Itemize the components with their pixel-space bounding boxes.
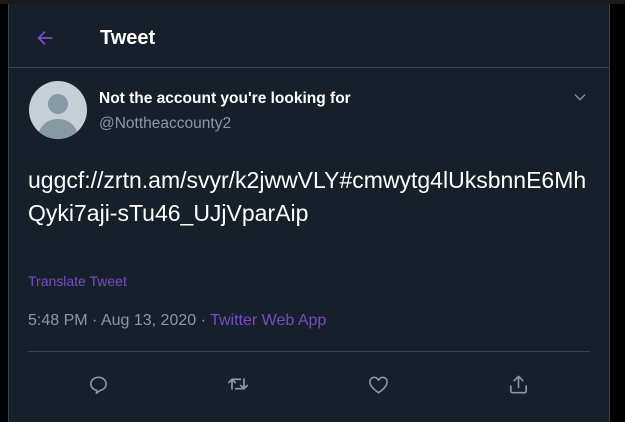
tweet-detail-panel: Tweet Not the account you're looking for… bbox=[8, 4, 610, 422]
back-button[interactable] bbox=[29, 22, 61, 54]
meta-separator: · bbox=[92, 312, 98, 329]
tweet-source-link[interactable]: Twitter Web App bbox=[210, 312, 326, 329]
tweet-metadata: 5:48 PM · Aug 13, 2020 · Twitter Web App bbox=[28, 312, 326, 330]
like-button[interactable] bbox=[360, 366, 396, 402]
more-options-button[interactable] bbox=[569, 86, 591, 108]
heart-icon bbox=[367, 373, 390, 396]
tweet-time[interactable]: 5:48 PM bbox=[28, 312, 88, 329]
retweet-icon bbox=[226, 372, 250, 396]
divider bbox=[28, 351, 590, 352]
share-button[interactable] bbox=[500, 366, 536, 402]
avatar[interactable] bbox=[29, 81, 87, 139]
author-handle[interactable]: @Nottheaccounty2 bbox=[99, 115, 231, 133]
share-icon bbox=[507, 373, 530, 396]
reply-icon bbox=[87, 373, 110, 396]
author-display-name[interactable]: Not the account you're looking for bbox=[99, 90, 351, 108]
reply-button[interactable] bbox=[80, 366, 116, 402]
chevron-down-icon bbox=[572, 89, 588, 105]
page-title: Tweet bbox=[100, 27, 156, 49]
tweet-text[interactable]: uggcf://zrtn.am/svyr/k2jwwVLY#cmwytg4lUk… bbox=[28, 164, 598, 230]
retweet-button[interactable] bbox=[220, 366, 256, 402]
translate-tweet-link[interactable]: Translate Tweet bbox=[28, 273, 127, 289]
meta-separator: · bbox=[200, 312, 206, 329]
arrow-left-icon bbox=[34, 27, 56, 49]
page-header: Tweet bbox=[9, 4, 609, 68]
tweet-date[interactable]: Aug 13, 2020 bbox=[101, 312, 196, 329]
default-profile-icon bbox=[37, 94, 79, 139]
